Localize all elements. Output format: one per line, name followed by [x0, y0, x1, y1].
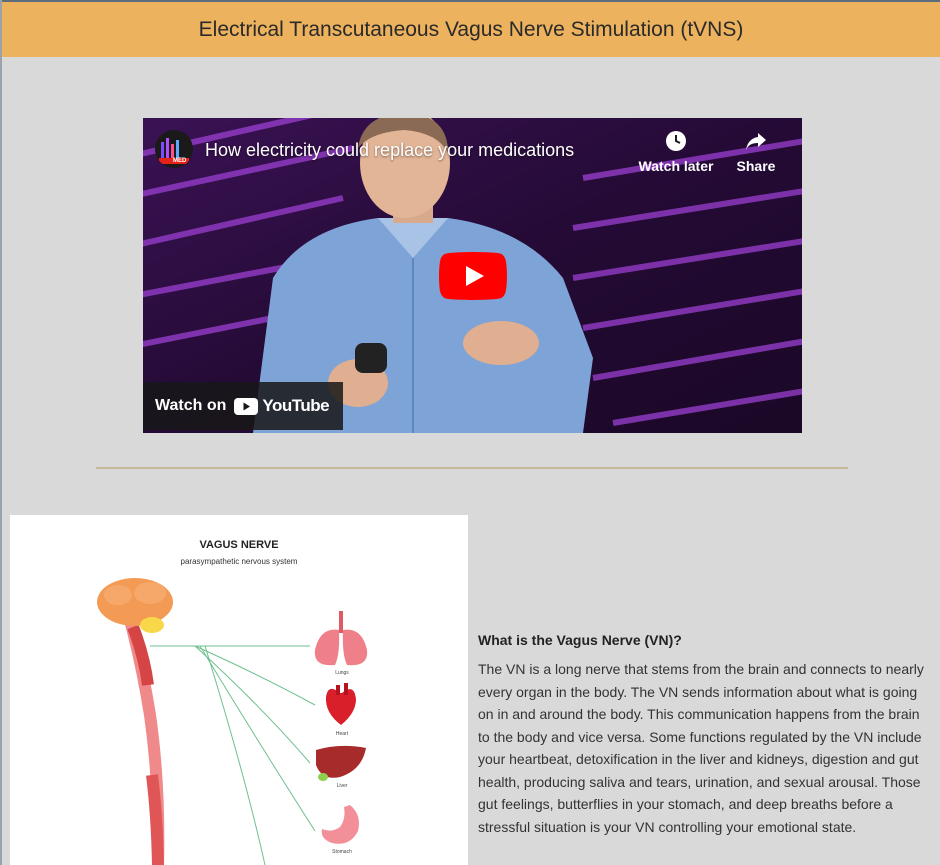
- share-button[interactable]: Share: [716, 130, 796, 174]
- play-icon[interactable]: [439, 252, 507, 300]
- brain-icon: [97, 578, 173, 633]
- section-divider: [96, 467, 848, 469]
- watch-on-youtube-button[interactable]: Watch on YouTube: [143, 382, 344, 430]
- youtube-wordmark: YouTube: [262, 396, 330, 415]
- page-header: Electrical Transcutaneous Vagus Nerve St…: [2, 2, 940, 57]
- youtube-logo: YouTube: [234, 396, 330, 416]
- share-icon: [746, 133, 766, 150]
- vagus-nerve-diagram: VAGUS NERVE parasympathetic nervous syst…: [10, 515, 468, 865]
- youtube-embed[interactable]: MED How electricity could replace your m…: [143, 118, 802, 433]
- diagram-illustration: [97, 578, 368, 865]
- left-border: [0, 0, 2, 865]
- channel-badge-text: MED: [173, 158, 187, 164]
- video-title[interactable]: How electricity could replace your medic…: [205, 140, 574, 161]
- clock-icon: [666, 131, 686, 151]
- stomach-label: Stomach: [332, 849, 352, 855]
- stomach-icon: [321, 805, 359, 844]
- channel-avatar[interactable]: MED: [155, 130, 193, 168]
- liver-label: Liver: [336, 783, 348, 789]
- lungs-icon: [314, 611, 368, 666]
- watch-on-label: Watch on: [155, 397, 227, 414]
- watch-later-label: Watch later: [638, 158, 714, 174]
- page-title: Electrical Transcutaneous Vagus Nerve St…: [198, 17, 744, 41]
- share-label: Share: [736, 158, 776, 174]
- section-heading: What is the Vagus Nerve (VN)?: [478, 632, 682, 648]
- section-body-text: The VN is a long nerve that stems from t…: [478, 661, 924, 835]
- lungs-label: Lungs: [335, 670, 349, 676]
- heart-label: Heart: [335, 731, 349, 737]
- heart-icon: [325, 683, 356, 725]
- youtube-icon: [234, 397, 259, 415]
- liver-icon: [316, 745, 366, 781]
- watch-later-button[interactable]: Watch later: [636, 130, 716, 174]
